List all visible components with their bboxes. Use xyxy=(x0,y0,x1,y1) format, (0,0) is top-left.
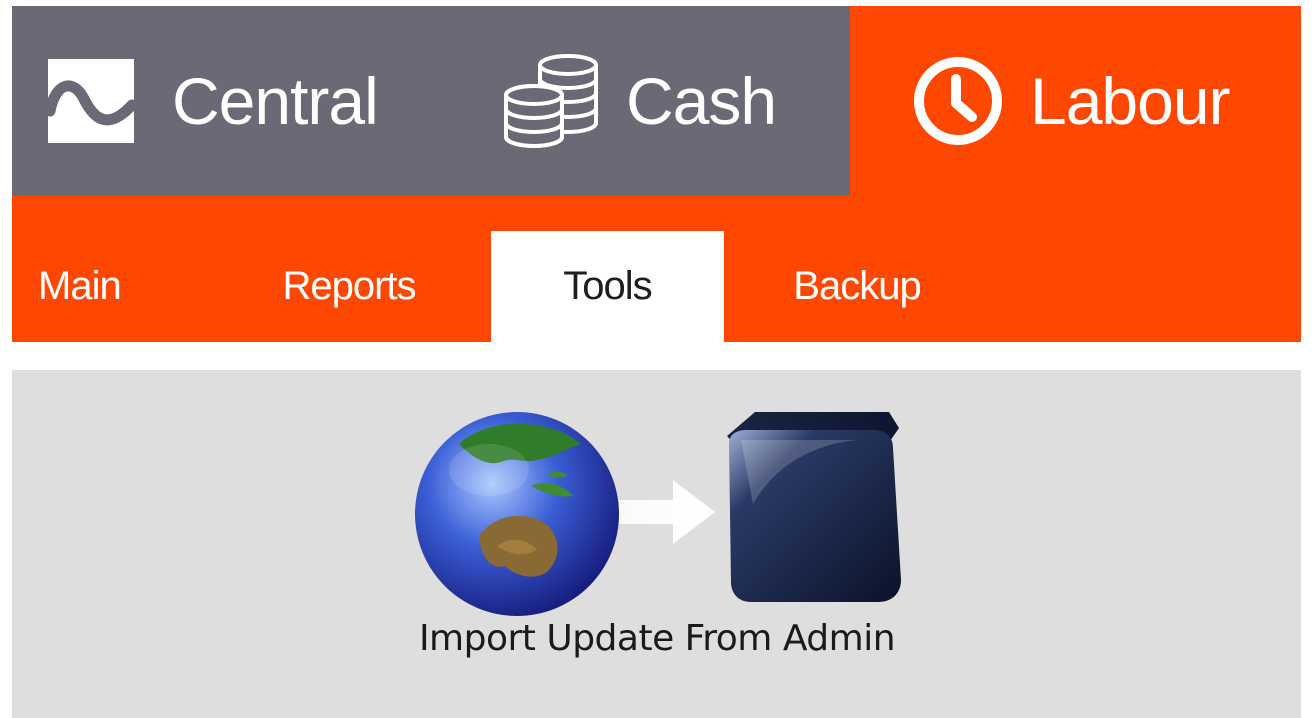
app-tab-cash[interactable]: Cash xyxy=(472,6,850,196)
app-tab-label: Central xyxy=(172,64,379,138)
clock-icon xyxy=(912,55,1004,147)
import-update-button[interactable]: Import Update From Admin xyxy=(362,400,952,680)
globe-to-server-icon xyxy=(397,404,917,616)
app-window: Central Cash Labour Main Reports Tools B… xyxy=(12,6,1301,718)
tab-tools[interactable]: Tools xyxy=(491,231,724,342)
app-tab-central[interactable]: Central xyxy=(12,6,452,196)
central-logo-icon xyxy=(48,59,134,143)
tab-reports[interactable]: Reports xyxy=(264,231,434,342)
section-tabs-bar: Main Reports Tools Backup xyxy=(12,196,1301,342)
tab-main[interactable]: Main xyxy=(38,231,148,342)
app-tab-labour[interactable]: Labour xyxy=(850,6,1301,196)
coins-icon xyxy=(502,53,602,149)
import-update-label: Import Update From Admin xyxy=(418,618,896,659)
tools-panel: Import Update From Admin xyxy=(12,370,1301,718)
tab-panel-top-spacer xyxy=(12,342,1301,370)
app-switcher-bar: Central Cash Labour xyxy=(12,6,1301,196)
app-tab-label: Cash xyxy=(626,64,777,138)
tab-backup[interactable]: Backup xyxy=(772,231,942,342)
app-tab-label: Labour xyxy=(1030,64,1231,138)
